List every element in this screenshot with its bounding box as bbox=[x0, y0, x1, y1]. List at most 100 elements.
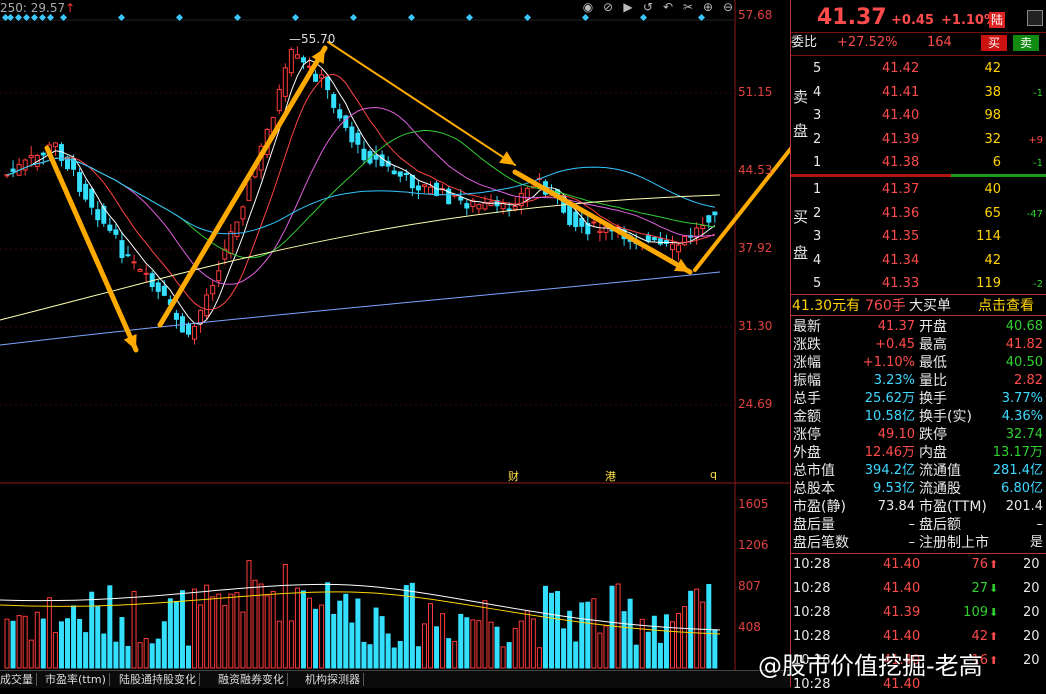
volume-bar bbox=[107, 585, 113, 669]
tick-price: 41.40 bbox=[883, 557, 921, 572]
volume-bar bbox=[22, 615, 28, 669]
stat-value: 49.10 bbox=[877, 427, 915, 442]
candle bbox=[131, 261, 137, 264]
candle bbox=[210, 284, 216, 295]
book-volume: 42 bbox=[984, 252, 1001, 268]
stat-label: 换手(实) bbox=[919, 409, 972, 425]
candle bbox=[682, 235, 688, 246]
tab-margin-trading[interactable]: 融资融券变化 bbox=[218, 671, 288, 688]
book-price[interactable]: 41.33 bbox=[882, 275, 919, 293]
volume-bar bbox=[440, 613, 446, 669]
volume-bar bbox=[585, 601, 591, 669]
candle bbox=[343, 115, 349, 128]
zoom-out-icon[interactable]: ⊖ bbox=[721, 0, 735, 14]
volume-bar bbox=[210, 596, 216, 669]
stat-value: 32.74 bbox=[1005, 427, 1043, 442]
zoom-in-icon[interactable]: ⊕ bbox=[701, 0, 715, 14]
eye-icon[interactable]: ◉ bbox=[581, 0, 595, 14]
volume-bar bbox=[222, 605, 228, 669]
book-price[interactable]: 41.36 bbox=[882, 205, 919, 223]
candle bbox=[198, 309, 204, 325]
book-price[interactable]: 41.39 bbox=[882, 131, 919, 149]
candle bbox=[186, 323, 191, 335]
tab-northbound-holding[interactable]: 陆股通持股变化 bbox=[119, 671, 200, 688]
volume-bar bbox=[676, 612, 682, 669]
settings-icon[interactable]: ✂ bbox=[681, 0, 695, 14]
eye-slash-icon[interactable]: ⊘ bbox=[601, 0, 615, 14]
stat-label: 最高 bbox=[919, 337, 947, 353]
volume-bar bbox=[264, 595, 270, 669]
book-price[interactable]: 41.42 bbox=[882, 60, 919, 78]
candle bbox=[161, 285, 167, 296]
volume-bar bbox=[573, 641, 579, 669]
book-price[interactable]: 41.37 bbox=[882, 181, 919, 199]
kline-chart[interactable] bbox=[0, 0, 790, 687]
stat-value: 2.82 bbox=[1014, 373, 1043, 388]
candle bbox=[192, 325, 198, 340]
book-volume: 38 bbox=[984, 84, 1001, 100]
volume-bar bbox=[337, 600, 343, 669]
book-price[interactable]: 41.34 bbox=[882, 252, 919, 270]
stat-label: 量比 bbox=[919, 373, 947, 389]
event-marker-hk[interactable]: 港 bbox=[605, 468, 616, 484]
panel-toggle-icon[interactable] bbox=[1027, 10, 1043, 26]
buy-button[interactable]: 买 bbox=[981, 35, 1007, 51]
book-price[interactable]: 41.40 bbox=[882, 107, 919, 125]
tab-institution-detector[interactable]: 机构探测器 bbox=[305, 671, 364, 688]
volume-bar bbox=[409, 582, 415, 669]
stat-value: 9.53亿 bbox=[873, 481, 915, 496]
sell-button[interactable]: 卖 bbox=[1013, 35, 1039, 51]
replay-icon[interactable]: ↺ bbox=[641, 0, 655, 14]
big-order-link[interactable]: 点击查看 bbox=[978, 297, 1034, 315]
volume-bar bbox=[149, 643, 155, 669]
volume-bar bbox=[591, 598, 597, 669]
play-icon[interactable]: ▶ bbox=[621, 0, 635, 14]
volume-bar bbox=[240, 611, 246, 669]
tab-pe-ttm[interactable]: 市盈率(ttm) bbox=[45, 671, 110, 688]
stat-label: 内盘 bbox=[919, 445, 947, 461]
stat-value: 40.50 bbox=[1005, 355, 1043, 370]
volume-bar bbox=[428, 603, 433, 669]
stat-label: 盘后额 bbox=[919, 517, 961, 533]
volume-bar bbox=[379, 616, 385, 669]
volume-bar bbox=[65, 618, 70, 669]
candle bbox=[428, 186, 433, 195]
candle bbox=[373, 154, 379, 160]
watermark: @股市价值挖掘-老高 bbox=[758, 652, 983, 680]
stat-value: 201.4 bbox=[1005, 499, 1043, 514]
candle bbox=[337, 109, 343, 119]
trend-arrow bbox=[157, 45, 328, 328]
big-order-price: 41.30元有 bbox=[792, 298, 861, 314]
tick-count: 20 bbox=[1023, 629, 1040, 644]
tick-time: 10:28 bbox=[793, 557, 831, 572]
event-marker-finance[interactable]: 财 bbox=[508, 468, 519, 484]
book-price[interactable]: 41.38 bbox=[882, 154, 919, 172]
candle bbox=[294, 54, 300, 59]
volume-bar bbox=[415, 646, 421, 669]
volume-bar bbox=[204, 584, 210, 669]
candle bbox=[77, 172, 83, 192]
buy-side-label-2: 盘 bbox=[793, 244, 809, 262]
buy-side-label-1: 买 bbox=[793, 208, 809, 226]
volume-bar bbox=[385, 633, 391, 669]
candle bbox=[300, 57, 306, 63]
volume-bar bbox=[198, 604, 204, 669]
book-level: 2 bbox=[813, 205, 822, 221]
undo-icon[interactable]: ↶ bbox=[661, 0, 675, 14]
volume-bar bbox=[137, 642, 143, 669]
volume-bar bbox=[10, 620, 16, 669]
candle bbox=[355, 132, 361, 145]
tab-volume[interactable]: 成交量 bbox=[0, 671, 37, 688]
stat-value: 12.46万 bbox=[864, 445, 915, 460]
stat-value: +0.45 bbox=[875, 337, 915, 352]
volume-bar bbox=[143, 638, 149, 669]
book-price[interactable]: 41.35 bbox=[882, 228, 919, 246]
tick-time: 10:28 bbox=[793, 629, 831, 644]
event-marker-q[interactable]: q bbox=[710, 468, 717, 481]
candle bbox=[143, 272, 149, 275]
book-price[interactable]: 41.41 bbox=[882, 84, 919, 102]
volume-bar bbox=[119, 617, 125, 669]
tick-count: 20 bbox=[1023, 653, 1040, 668]
volume-bar bbox=[712, 629, 718, 669]
stat-value: – bbox=[908, 517, 916, 532]
